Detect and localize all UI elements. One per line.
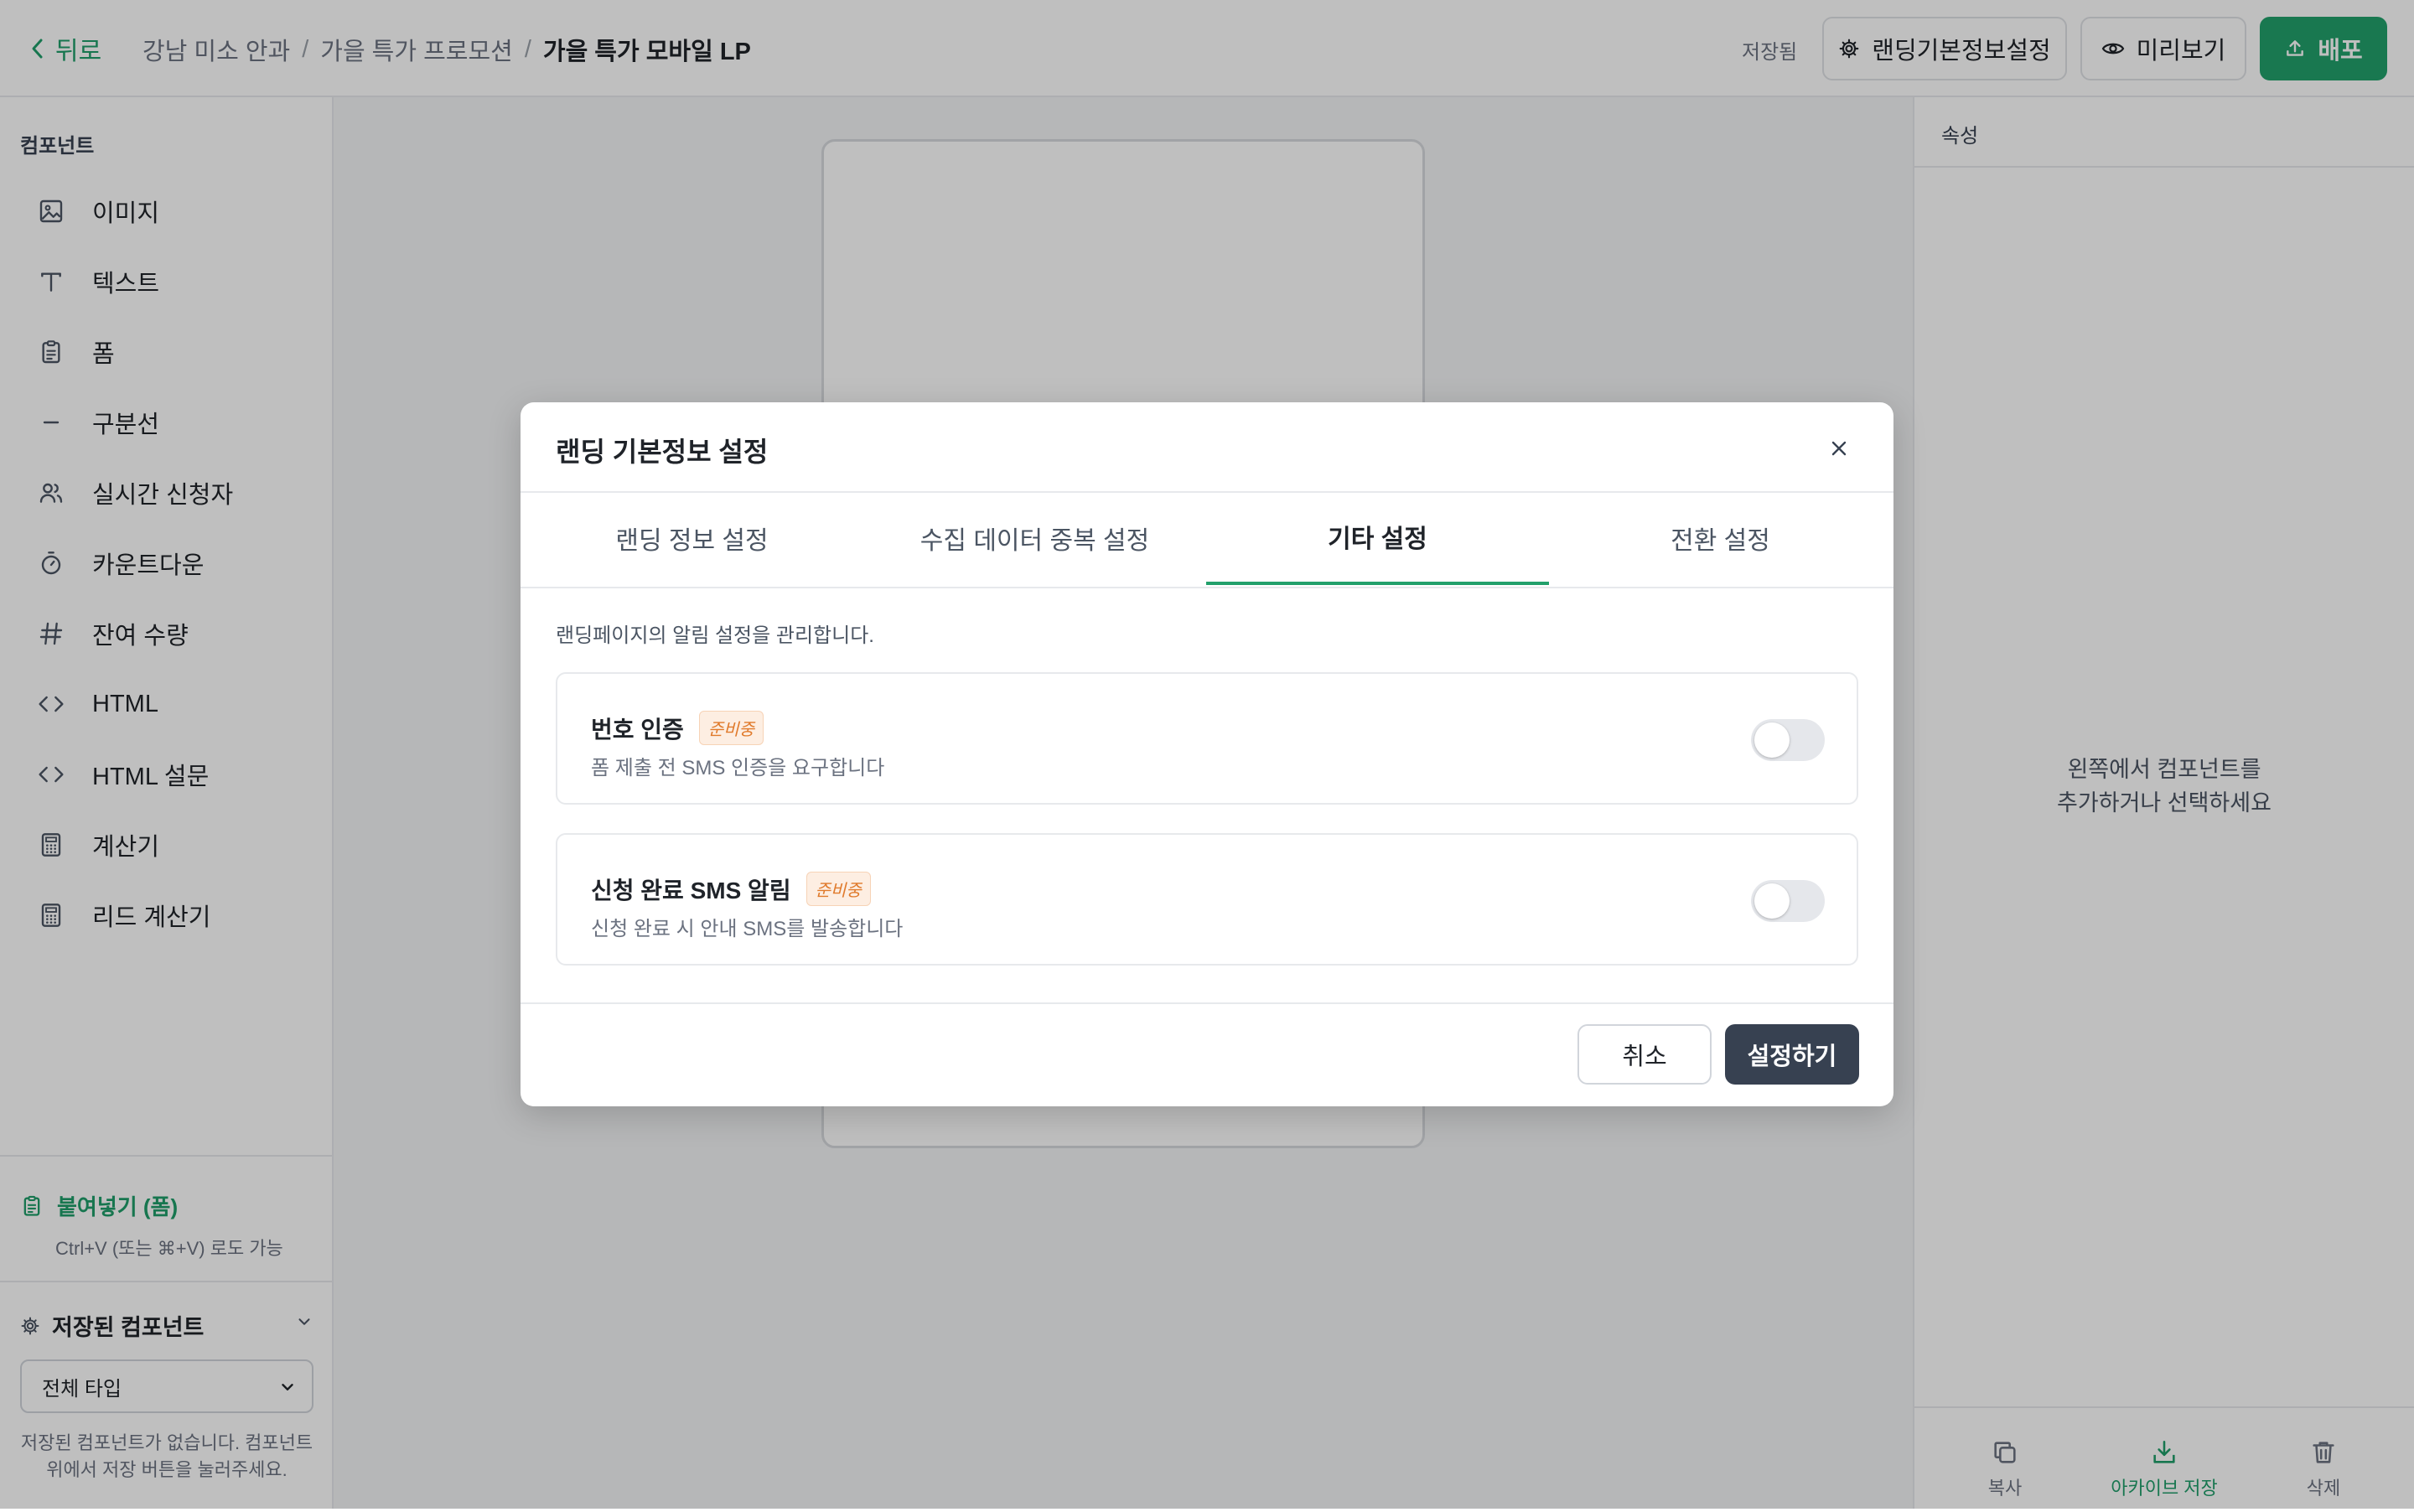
setting-subtitle: 신청 완료 시 안내 SMS를 발송합니다	[591, 918, 904, 940]
toggle-knob	[1754, 883, 1790, 919]
setting-card-phone-verification: 번호 인증 준비중 폼 제출 전 SMS 인증을 요구합니다	[556, 672, 1858, 805]
setting-card-sms-notification: 신청 완료 SMS 알림 준비중 신청 완료 시 안내 SMS를 발송합니다	[556, 833, 1858, 966]
modal-title: 랜딩 기본정보 설정	[556, 437, 769, 467]
coming-soon-badge: 준비중	[806, 872, 871, 906]
modal-footer: 취소 설정하기	[521, 1002, 1893, 1106]
tab-landing-info[interactable]: 랜딩 정보 설정	[521, 491, 863, 585]
sms-notification-toggle[interactable]	[1751, 880, 1825, 922]
toggle-knob	[1754, 722, 1790, 758]
modal-description: 랜딩페이지의 알림 설정을 관리합니다.	[556, 624, 874, 647]
tab-other-settings[interactable]: 기타 설정	[1206, 491, 1549, 585]
apply-settings-button[interactable]: 설정하기	[1725, 1024, 1859, 1085]
modal-tabs: 랜딩 정보 설정 수집 데이터 중복 설정 기타 설정 전환 설정	[521, 491, 1893, 588]
close-button[interactable]	[1818, 427, 1860, 469]
landing-settings-modal: 랜딩 기본정보 설정 랜딩 정보 설정 수집 데이터 중복 설정 기타 설정 전…	[521, 402, 1893, 1106]
setting-title: 신청 완료 SMS 알림 준비중	[591, 872, 871, 906]
tab-duplicate-data[interactable]: 수집 데이터 중복 설정	[863, 491, 1206, 585]
close-icon	[1831, 441, 1847, 456]
coming-soon-badge: 준비중	[698, 711, 764, 745]
phone-verification-toggle[interactable]	[1751, 719, 1825, 761]
setting-subtitle: 폼 제출 전 SMS 인증을 요구합니다	[591, 757, 885, 779]
tab-conversion[interactable]: 전환 설정	[1549, 491, 1892, 585]
cancel-button[interactable]: 취소	[1577, 1024, 1712, 1085]
setting-title-text: 신청 완료 SMS 알림	[591, 877, 791, 904]
setting-title: 번호 인증 준비중	[591, 711, 764, 745]
setting-title-text: 번호 인증	[591, 716, 684, 743]
modal-header: 랜딩 기본정보 설정	[521, 402, 1893, 493]
